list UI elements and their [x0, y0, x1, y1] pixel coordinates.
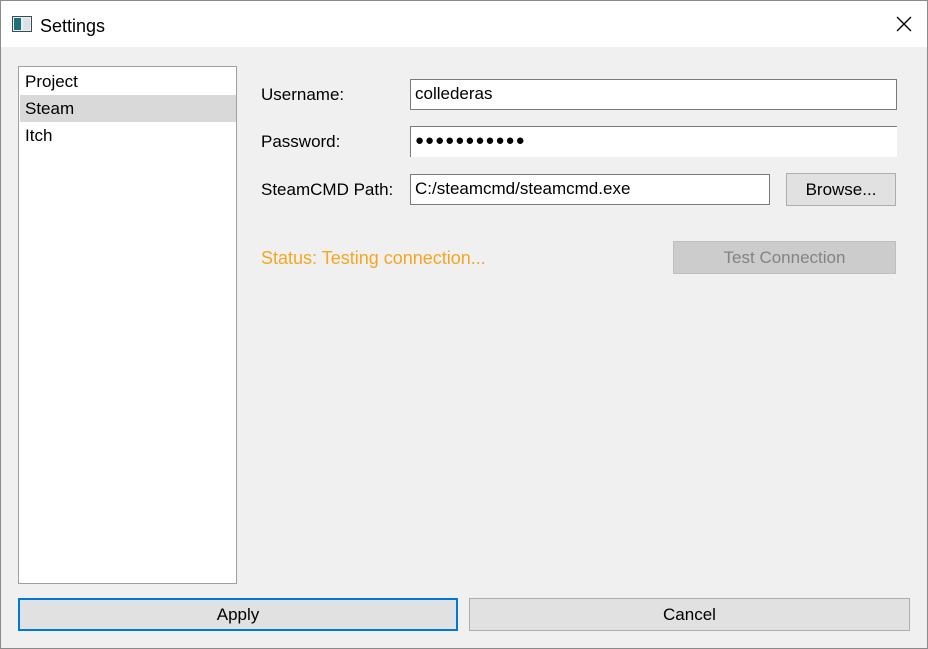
- sidebar-item-steam[interactable]: Steam: [20, 95, 236, 122]
- connection-status: Status: Testing connection...: [261, 248, 486, 268]
- password-field[interactable]: ●●●●●●●●●●●: [410, 126, 897, 157]
- steamcmd-path-label: SteamCMD Path:: [261, 180, 394, 199]
- settings-category-list[interactable]: Project Steam Itch: [18, 66, 237, 584]
- apply-button[interactable]: Apply: [18, 598, 458, 631]
- sidebar-item-project[interactable]: Project: [20, 68, 236, 95]
- username-field[interactable]: collederas: [410, 79, 897, 110]
- password-label: Password:: [261, 132, 341, 151]
- browse-button[interactable]: Browse...: [786, 173, 896, 206]
- window-title: Settings: [40, 16, 106, 36]
- title-bar: Settings: [1, 1, 927, 47]
- settings-dialog: Settings Project Steam Itch Username: co…: [0, 0, 928, 649]
- close-icon: [896, 16, 912, 32]
- window-app-icon: [12, 16, 32, 32]
- test-connection-button[interactable]: Test Connection: [673, 241, 896, 274]
- sidebar-item-itch[interactable]: Itch: [20, 122, 236, 149]
- close-button[interactable]: [881, 1, 927, 47]
- username-label: Username:: [261, 85, 345, 104]
- steamcmd-path-field[interactable]: C:/steamcmd/steamcmd.exe: [410, 174, 770, 205]
- cancel-button[interactable]: Cancel: [469, 598, 910, 631]
